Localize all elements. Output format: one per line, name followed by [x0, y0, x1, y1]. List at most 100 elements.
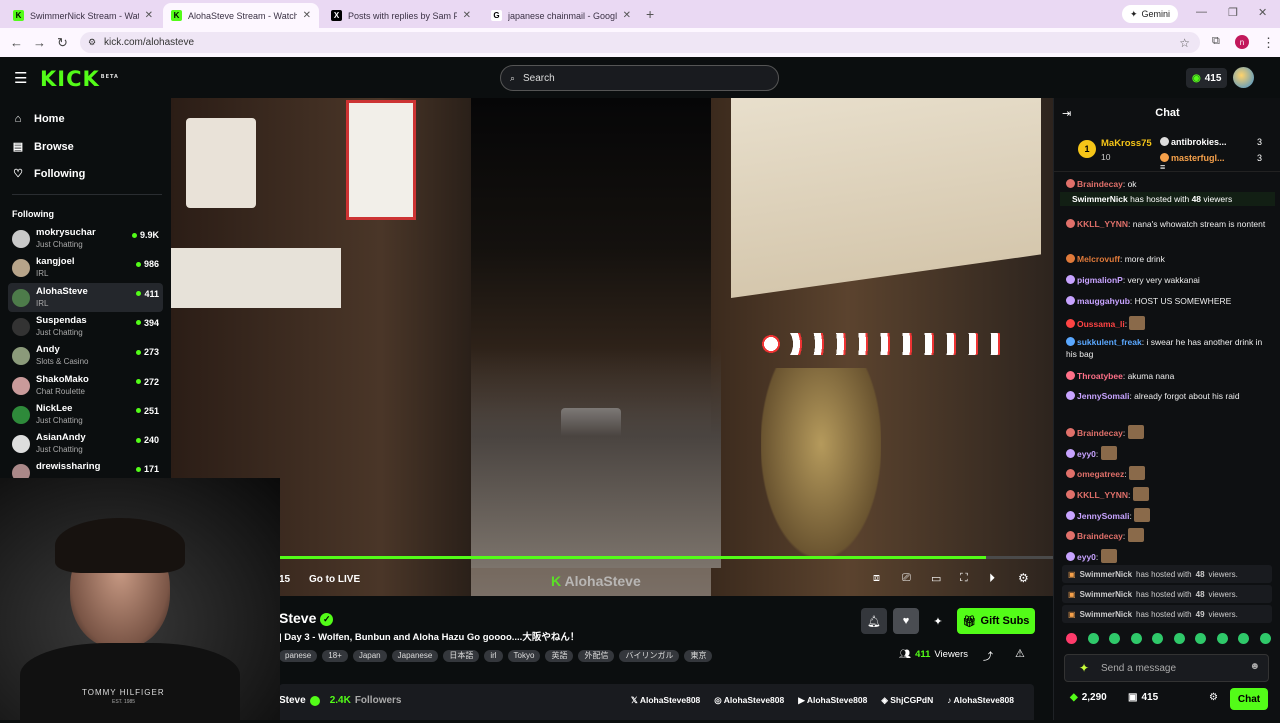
top-gifter-name[interactable]: MaKross75 — [1101, 138, 1152, 149]
tag-pill[interactable]: バイリンガル — [619, 650, 680, 662]
nav-following[interactable]: ♡ Following — [12, 167, 85, 181]
gifter-2[interactable]: antibrokies... — [1160, 137, 1250, 147]
browser-tab[interactable]: Gjapanese chainmail - Google Se ✕ — [483, 3, 639, 28]
following-channel[interactable]: AsianAndy Just Chatting 240 — [8, 429, 163, 458]
tab-close-icon[interactable]: ✕ — [463, 10, 471, 21]
extensions-icon[interactable]: ⧉ — [1212, 35, 1220, 48]
kick-logo[interactable]: KICKBETA — [40, 67, 119, 91]
nav-home[interactable]: ⌂ Home — [12, 113, 65, 125]
emote-icon[interactable] — [1152, 633, 1164, 644]
profile-avatar[interactable]: n — [1235, 35, 1249, 49]
search-input[interactable]: ⌕ Search — [500, 65, 779, 91]
new-tab-button[interactable]: + — [646, 6, 654, 22]
tag-pill[interactable]: 日本語 — [443, 650, 480, 662]
back-button[interactable]: ← — [10, 35, 23, 50]
chat-username[interactable]: mauggahyub — [1077, 296, 1130, 306]
expand-gifters-icon[interactable]: ≡ — [1160, 162, 1165, 172]
go-to-live-button[interactable]: Go to LIVE — [309, 574, 360, 585]
emote-picker-icon[interactable]: ✦ — [1079, 661, 1089, 675]
share-icon[interactable]: ⤴ — [983, 648, 993, 663]
reload-button[interactable]: ↻ — [57, 35, 68, 51]
forward-button[interactable]: → — [33, 35, 46, 50]
tag-pill[interactable]: 外配信 — [578, 650, 615, 662]
following-channel[interactable]: Suspendas Just Chatting 394 — [8, 312, 163, 341]
channel-points[interactable]: ▣ 415 — [1128, 692, 1158, 703]
browser-tab[interactable]: X Posts with replies by Sam Pepp ✕ — [323, 3, 479, 28]
chat-username[interactable]: KKLL_YYNN — [1077, 219, 1128, 229]
progress-bar[interactable] — [279, 556, 987, 559]
footer-streamer-name[interactable]: Steve — [279, 695, 306, 706]
social-link[interactable]: ▶ AlohaSteve808 — [798, 695, 867, 706]
emote-icon[interactable] — [1066, 633, 1077, 644]
browser-tab[interactable]: K AlohaSteve Stream - Watch Live ✕ — [163, 3, 319, 28]
chat-username[interactable]: Braindecay — [1077, 179, 1123, 189]
tag-pill[interactable]: panese — [279, 650, 318, 662]
sparkle-button[interactable]: ✦ — [925, 608, 951, 634]
minimize-button[interactable]: — — [1196, 6, 1207, 18]
following-channel[interactable]: ShakoMako Chat Roulette 272 — [8, 371, 163, 400]
chat-username[interactable]: Melcrovuff — [1077, 254, 1120, 264]
notification-bell-button[interactable]: 🔔︎ — [861, 608, 887, 634]
theatre-mode-icon[interactable]: ⧈ — [873, 572, 880, 585]
chat-username[interactable]: Braindecay — [1077, 428, 1123, 438]
chat-username[interactable]: Braindecay — [1077, 531, 1123, 541]
emote-icon[interactable] — [1238, 633, 1250, 644]
tag-pill[interactable]: Japanese — [391, 650, 439, 662]
chat-username[interactable]: omegatreez — [1077, 469, 1124, 479]
url-field[interactable]: ⚙ kick.com/alohasteve ☆ — [80, 32, 1200, 53]
chat-username[interactable]: Throatybee — [1077, 371, 1123, 381]
gift-subs-button[interactable]: 🎁︎ Gift Subs — [957, 608, 1035, 634]
chat-settings-icon[interactable]: ⚙ — [1209, 692, 1218, 703]
social-link[interactable]: ◈ ShjCGPdN — [881, 695, 933, 706]
mini-player-icon[interactable]: ▭ — [931, 572, 941, 585]
play-icon[interactable]: ⏵ — [989, 571, 995, 586]
emoji-icon[interactable]: ☻ — [1249, 661, 1260, 672]
following-channel[interactable]: Andy Slots & Casino 273 — [8, 341, 163, 370]
tag-pill[interactable]: 東京 — [684, 650, 713, 662]
chat-username[interactable]: JennySomali — [1077, 391, 1129, 401]
emote-icon[interactable] — [1259, 633, 1271, 644]
gifter-3[interactable]: masterfugl... — [1160, 153, 1250, 163]
following-channel[interactable]: kangjoel IRL 986 — [8, 253, 163, 282]
chat-username[interactable]: Oussama_li — [1077, 319, 1125, 329]
video-player[interactable]: 15 Go to LIVE ⧈ ⎚ ▭ ⛶ ⏵ ⚙ K AlohaSteve — [171, 98, 1053, 596]
tag-pill[interactable]: 18+ — [322, 650, 348, 662]
gemini-button[interactable]: ✦ Gemini — [1122, 5, 1179, 23]
chat-username[interactable]: KKLL_YYNN — [1077, 490, 1128, 500]
tab-close-icon[interactable]: ✕ — [623, 10, 631, 21]
clip-icon[interactable]: ⎚ — [902, 572, 911, 585]
emote-icon[interactable] — [1109, 633, 1121, 644]
fullscreen-icon[interactable]: ⛶ — [960, 572, 968, 585]
emote-icon[interactable] — [1195, 633, 1207, 644]
social-link[interactable]: ♪ AlohaSteve808 — [947, 695, 1014, 706]
emote-icon[interactable] — [1087, 633, 1099, 644]
balance[interactable]: ◆ 2,290 — [1070, 692, 1107, 703]
tag-pill[interactable]: Tokyo — [507, 650, 541, 662]
social-link[interactable]: ◎ AlohaSteve808 — [714, 695, 784, 706]
hamburger-menu-icon[interactable]: ☰ — [14, 69, 27, 87]
points-badge[interactable]: ◉ 415 — [1186, 68, 1228, 88]
chat-username[interactable]: JennySomali — [1077, 511, 1129, 521]
tag-pill[interactable]: 英語 — [545, 650, 574, 662]
streamer-name[interactable]: Steve ✓ — [279, 610, 334, 626]
bookmark-star-icon[interactable]: ☆ — [1179, 36, 1190, 50]
tag-pill[interactable]: irl — [484, 650, 503, 662]
report-icon[interactable]: ⚠ — [1015, 647, 1025, 660]
emote-icon[interactable] — [1130, 633, 1142, 644]
chat-username[interactable]: pigmalionP — [1077, 275, 1123, 285]
chat-username[interactable]: eyy0 — [1077, 449, 1096, 459]
close-window-button[interactable]: ✕ — [1258, 6, 1267, 19]
chat-username[interactable]: eyy0 — [1077, 552, 1096, 562]
browser-tab[interactable]: K SwimmerNick Stream - Watch Li ✕ — [5, 3, 161, 28]
chat-username[interactable]: sukkulent_freak — [1077, 337, 1142, 347]
following-channel[interactable]: AlohaSteve IRL 411 — [8, 282, 163, 312]
maximize-button[interactable]: ❐ — [1228, 6, 1238, 19]
nav-browse[interactable]: ▤ Browse — [12, 140, 74, 154]
tab-close-icon[interactable]: ✕ — [303, 10, 311, 21]
user-avatar[interactable] — [1233, 67, 1254, 88]
emote-icon[interactable] — [1216, 633, 1228, 644]
social-link[interactable]: 𝕏 AlohaSteve808 — [631, 695, 700, 706]
emote-icon[interactable] — [1173, 633, 1185, 644]
follow-button[interactable]: ♥ — [893, 608, 919, 634]
chat-message-input[interactable]: ✦ Send a message ☻ — [1064, 654, 1269, 682]
